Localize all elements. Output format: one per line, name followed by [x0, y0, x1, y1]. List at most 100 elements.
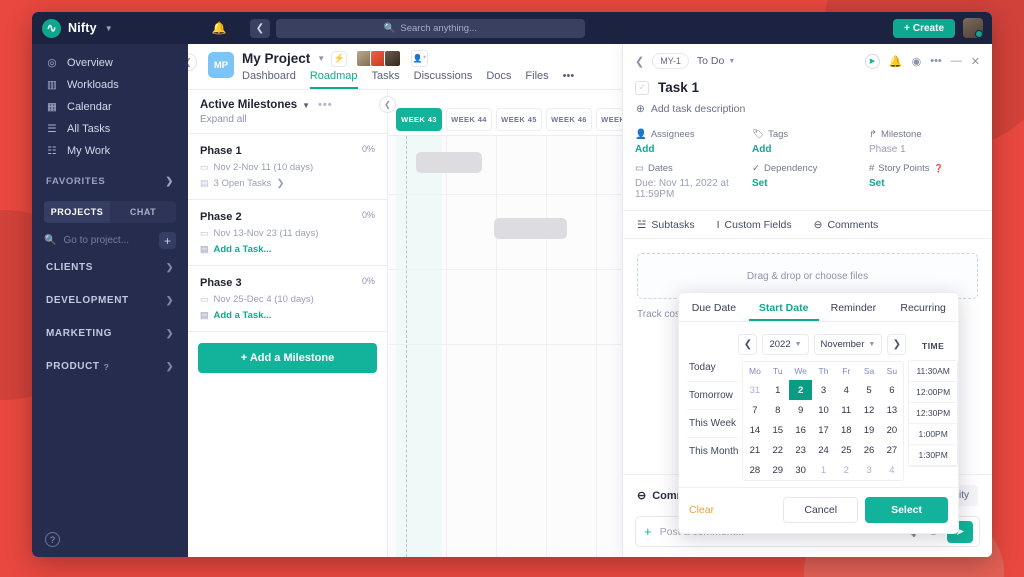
tab-tasks[interactable]: Tasks	[372, 70, 400, 89]
field-value[interactable]: Add	[752, 144, 863, 155]
field-assignees[interactable]: 👤 Assignees Add	[635, 129, 746, 155]
year-select[interactable]: 2022 ▼	[762, 334, 809, 355]
attach-plus-icon[interactable]: +	[644, 524, 652, 539]
time-list[interactable]: 11:30AM 12:00PM 12:30PM 1:00PM 1:30PM 2:…	[908, 360, 958, 467]
time-option[interactable]: 12:00PM	[909, 382, 957, 403]
week-cell[interactable]: WEEK 43	[396, 108, 442, 131]
favorites-section[interactable]: FAVORITES ❯	[32, 166, 188, 193]
week-cell[interactable]: WEEK 45	[496, 108, 542, 131]
back-button[interactable]: ❮	[250, 18, 270, 38]
shortcut-this-week[interactable]: This Week	[687, 410, 739, 438]
eye-icon[interactable]: ◉	[912, 55, 922, 68]
select-button[interactable]: Select	[865, 497, 948, 523]
sidebar-item-calendar[interactable]: ▦ Calendar	[32, 96, 188, 118]
sidebar-group-marketing[interactable]: MARKETING ❯	[32, 317, 188, 350]
week-cell[interactable]: WEEK 44	[446, 108, 492, 131]
field-dependency[interactable]: ✓ Dependency Set	[752, 163, 863, 200]
cancel-button[interactable]: Cancel	[783, 497, 859, 523]
time-option[interactable]: 1:00PM	[909, 424, 957, 445]
minimize-icon[interactable]: —	[951, 55, 962, 67]
notifications-button[interactable]: 🔔	[188, 21, 250, 35]
field-value[interactable]: Due: Nov 11, 2022 at 11:59PM	[635, 178, 746, 200]
task-description-placeholder[interactable]: ⊕ Add task description	[623, 97, 992, 125]
day-cell[interactable]: 20	[880, 420, 903, 440]
tab-comments[interactable]: ⊖ Comments	[814, 219, 879, 231]
shortcut-today[interactable]: Today	[687, 354, 739, 382]
play-icon[interactable]: ▶	[864, 53, 880, 69]
day-cell[interactable]: 29	[766, 460, 789, 480]
add-milestone-button[interactable]: + Add a Milestone	[198, 343, 377, 373]
sidebar-item-my-work[interactable]: ☷ My Work	[32, 140, 188, 162]
day-cell[interactable]: 25	[835, 440, 858, 460]
day-cell[interactable]: 19	[858, 420, 881, 440]
day-cell[interactable]: 12	[858, 400, 881, 420]
day-cell[interactable]: 1	[812, 460, 835, 480]
day-cell[interactable]: 4	[835, 380, 858, 400]
member-avatars[interactable]	[356, 50, 402, 67]
day-cell[interactable]: 30	[789, 460, 812, 480]
day-cell[interactable]: 28	[743, 460, 766, 480]
tab-due-date[interactable]: Due Date	[679, 293, 749, 321]
field-value[interactable]: Phase 1	[869, 144, 980, 155]
field-story-points[interactable]: # Story Points ❓ Set	[869, 163, 980, 200]
help-button[interactable]: ?	[45, 532, 60, 547]
more-horizontal-icon[interactable]: •••	[930, 55, 942, 67]
milestone-add-task[interactable]: ▤ Add a Task...	[200, 244, 375, 255]
tab-more[interactable]: •••	[563, 70, 575, 89]
sidebar-item-all-tasks[interactable]: ☰ All Tasks	[32, 118, 188, 140]
brand-logo[interactable]: ∿ Nifty ▼	[32, 18, 188, 38]
day-cell[interactable]: 1	[766, 380, 789, 400]
field-value[interactable]: Add	[635, 144, 746, 155]
week-cell[interactable]: WEEK 46	[546, 108, 592, 131]
day-cell[interactable]: 16	[789, 420, 812, 440]
add-project-button[interactable]: +	[159, 232, 176, 249]
clear-button[interactable]: Clear	[689, 504, 714, 516]
time-option[interactable]: 2:00PM	[909, 466, 957, 467]
gantt-bar[interactable]	[416, 152, 482, 173]
milestone-header-row[interactable]: Active Milestones ▼ •••	[200, 99, 375, 111]
chevron-down-icon[interactable]: ▼	[105, 24, 113, 33]
task-status-dropdown[interactable]: To Do ▼	[697, 55, 735, 67]
milestone-row[interactable]: 0% Phase 1 ▭ Nov 2-Nov 11 (10 days) ▤ 3 …	[188, 133, 387, 199]
day-cell[interactable]: 23	[789, 440, 812, 460]
day-cell[interactable]: 9	[789, 400, 812, 420]
sidebar-item-overview[interactable]: ◎ Overview	[32, 52, 188, 74]
automation-icon[interactable]: ⚡	[331, 50, 348, 67]
tab-roadmap[interactable]: Roadmap	[309, 70, 358, 89]
tab-dashboard[interactable]: Dashboard	[242, 70, 296, 89]
day-cell[interactable]: 8	[766, 400, 789, 420]
field-dates[interactable]: ▭ Dates Due: Nov 11, 2022 at 11:59PM	[635, 163, 746, 200]
search-input[interactable]: 🔍 Search anything...	[276, 18, 585, 38]
timeline-prev-button[interactable]: ❮	[379, 96, 396, 113]
chevron-down-icon[interactable]: ▼	[317, 54, 325, 63]
tab-discussions[interactable]: Discussions	[414, 70, 473, 89]
day-cell[interactable]: 10	[812, 400, 835, 420]
more-horizontal-icon[interactable]: •••	[318, 99, 333, 111]
day-cell[interactable]: 31	[743, 380, 766, 400]
tab-start-date[interactable]: Start Date	[749, 293, 819, 321]
day-cell[interactable]: 2	[835, 460, 858, 480]
shortcut-this-month[interactable]: This Month	[687, 438, 738, 465]
time-option[interactable]: 11:30AM	[909, 361, 957, 382]
field-milestone[interactable]: ↱ Milestone Phase 1	[869, 129, 980, 155]
milestone-row[interactable]: 0% Phase 2 ▭ Nov 13-Nov 23 (11 days) ▤ A…	[188, 199, 387, 265]
close-icon[interactable]: ✕	[971, 55, 980, 68]
create-button[interactable]: + Create	[893, 18, 956, 38]
milestone-row[interactable]: 0% Phase 3 ▭ Nov 25-Dec 4 (10 days) ▤ Ad…	[188, 265, 387, 331]
day-cell[interactable]: 17	[812, 420, 835, 440]
sidebar-group-product[interactable]: PRODUCT ? ❯	[32, 350, 188, 383]
sidebar-group-clients[interactable]: CLIENTS ❯	[32, 251, 188, 284]
day-cell[interactable]: 13	[880, 400, 903, 420]
tab-custom-fields[interactable]: I Custom Fields	[717, 219, 792, 231]
day-cell[interactable]: 18	[835, 420, 858, 440]
tab-projects[interactable]: PROJECTS	[44, 201, 110, 223]
tab-files[interactable]: Files	[525, 70, 548, 89]
day-cell[interactable]: 22	[766, 440, 789, 460]
field-value[interactable]: Set	[869, 178, 980, 189]
gantt-bar[interactable]	[494, 218, 567, 239]
question-circle-icon[interactable]: ❓	[934, 164, 944, 173]
month-select[interactable]: November ▼	[813, 334, 883, 355]
day-cell[interactable]: 26	[858, 440, 881, 460]
sidebar-group-development[interactable]: DEVELOPMENT ❯	[32, 284, 188, 317]
sidebar-item-workloads[interactable]: ▥ Workloads	[32, 74, 188, 96]
